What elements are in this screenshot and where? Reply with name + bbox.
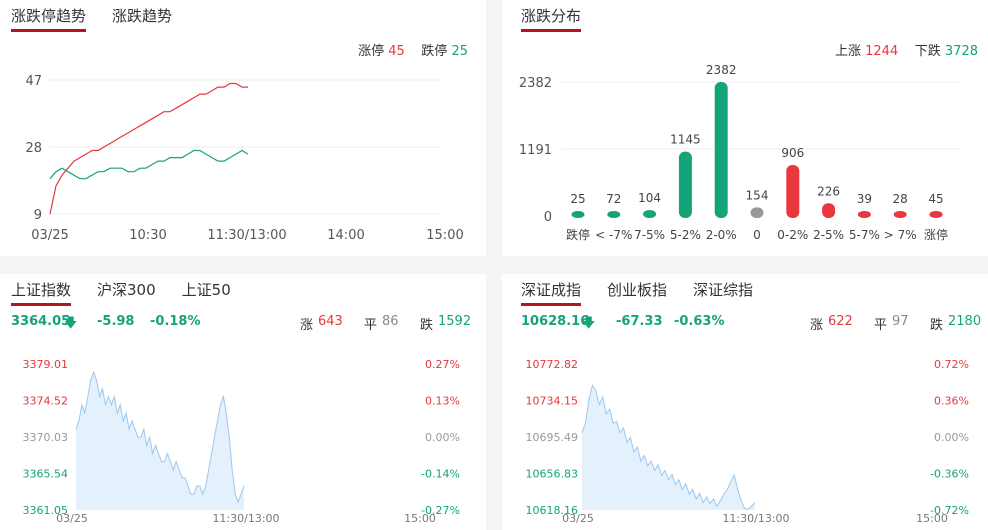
y-tick-label: 2382: [519, 76, 552, 91]
category-label: 2-5%: [813, 228, 844, 242]
category-label: 0-2%: [777, 228, 808, 242]
bar: [643, 210, 657, 218]
y-right-label: 0.36%: [934, 395, 969, 408]
bar-value-label: 154: [746, 188, 769, 202]
category-label: 涨停: [924, 227, 948, 242]
y-tick-label: 47: [25, 74, 42, 89]
distribution-panel: 涨跌分布 上涨 1244 下跌 3728 2382 1191 0 25 跌停 72 < -7…: [502, 0, 988, 256]
bar-value-label: 1145: [670, 133, 701, 147]
bar-value-label: 226: [817, 184, 840, 198]
x-tick-label: 15:00: [916, 512, 948, 525]
bar: [822, 203, 836, 218]
x-tick-label: 11:30/13:00: [722, 512, 789, 525]
category-label: 5-7%: [849, 228, 880, 242]
y-tick-label: 9: [34, 208, 42, 223]
bar: [607, 211, 621, 218]
x-tick-label: 03/25: [31, 228, 68, 243]
category-label: 跌停: [566, 227, 590, 242]
x-tick-label: 15:00: [404, 512, 436, 525]
limit-up-series-line: [49, 82, 248, 215]
category-label: 5-2%: [670, 228, 701, 242]
y-right-label: -0.36%: [930, 468, 969, 481]
x-tick-label: 11:30/13:00: [207, 228, 286, 243]
bar: [857, 211, 871, 218]
limit-trend-chart: 47 28 9 03/25 10:30 11:30/13:00 14:00 15:00: [25, 74, 463, 243]
y-left-label: 10734.15: [526, 395, 579, 408]
bar: [893, 211, 907, 218]
y-tick-label: 0: [544, 210, 552, 225]
y-right-label: -0.14%: [421, 468, 460, 481]
bar: [929, 211, 943, 218]
x-tick-label: 03/25: [56, 512, 88, 525]
bar: [786, 165, 800, 218]
x-tick-label: 15:00: [426, 228, 463, 243]
bar-value-label: 25: [570, 192, 585, 206]
bar-value-label: 39: [857, 192, 872, 206]
bar: [714, 82, 728, 218]
limit-down-series-line: [49, 149, 249, 180]
y-left-label: 3374.52: [23, 395, 69, 408]
bar-value-label: 72: [606, 192, 621, 206]
bar-value-label: 28: [893, 192, 908, 206]
category-label: 7-5%: [634, 228, 665, 242]
bar-value-label: 104: [638, 191, 661, 205]
category-label: < -7%: [595, 228, 632, 242]
x-tick-label: 10:30: [129, 228, 166, 243]
sz-index-chart: 10772.82 0.72% 10734.15 0.36% 10695.49 0.00% 1…: [526, 358, 970, 525]
category-label: > 7%: [884, 228, 917, 242]
y-right-label: 0.00%: [425, 431, 460, 444]
category-label: 0: [753, 228, 761, 242]
sh-index-chart: 3379.01 0.27% 3374.52 0.13% 3370.03 0.00% 3365…: [23, 358, 461, 525]
limit-trend-panel: 涨跌停趋势 涨跌趋势 涨停 45 跌停 25 47 28 9 03/25 10:30 11…: [0, 0, 486, 256]
sz-index-panel: 深证成指 创业板指 深证综指 10628.16 🡇 -67.33 -0.63% …: [502, 274, 988, 530]
y-tick-label: 1191: [519, 143, 552, 158]
x-tick-label: 03/25: [562, 512, 594, 525]
category-label: 2-0%: [706, 228, 737, 242]
x-tick-label: 11:30/13:00: [212, 512, 279, 525]
y-right-label: 0.27%: [425, 358, 460, 371]
bar-value-label: 45: [928, 192, 943, 206]
bar: [571, 211, 585, 218]
y-left-label: 3370.03: [23, 431, 69, 444]
y-tick-label: 28: [25, 141, 42, 156]
y-left-label: 10772.82: [526, 358, 579, 371]
index-area-fill: [582, 385, 755, 510]
bar: [678, 151, 692, 218]
y-right-label: 0.72%: [934, 358, 969, 371]
bar-value-label: 906: [781, 146, 804, 160]
y-right-label: 0.13%: [425, 395, 460, 408]
y-left-label: 10695.49: [526, 431, 579, 444]
bar-value-label: 2382: [706, 63, 737, 77]
y-right-label: 0.00%: [934, 431, 969, 444]
y-left-label: 3365.54: [23, 468, 69, 481]
bar: [750, 207, 764, 218]
x-tick-label: 14:00: [327, 228, 364, 243]
y-left-label: 3379.01: [23, 358, 69, 371]
distribution-chart: 2382 1191 0 25 跌停 72 < -7% 104 7-5% 1145 5-2% 2382 2…: [519, 63, 962, 242]
sh-index-panel: 上证指数 沪深300 上证50 3364.05 🡇 -5.98 -0.18% 涨…: [0, 274, 486, 530]
y-left-label: 10656.83: [526, 468, 579, 481]
